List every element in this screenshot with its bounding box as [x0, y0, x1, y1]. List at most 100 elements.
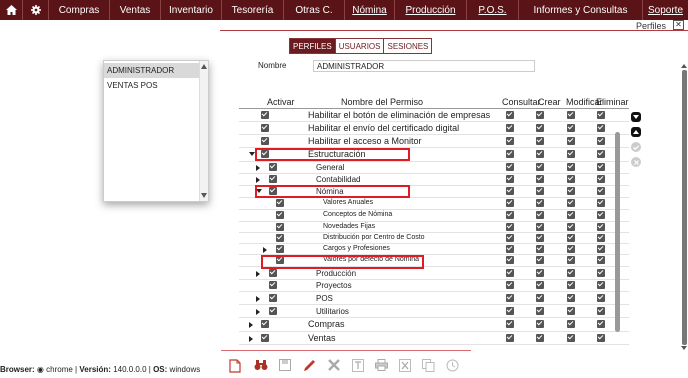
- new-document-icon[interactable]: [229, 359, 241, 373]
- crear-checkbox[interactable]: [536, 256, 544, 264]
- nav-compras[interactable]: Compras: [49, 0, 110, 20]
- consultar-checkbox[interactable]: [506, 307, 514, 315]
- activar-checkbox[interactable]: [276, 223, 284, 231]
- activar-checkbox[interactable]: [261, 137, 269, 145]
- expand-icon[interactable]: [631, 112, 641, 122]
- activar-checkbox[interactable]: [276, 199, 284, 207]
- consultar-checkbox[interactable]: [506, 187, 514, 195]
- scroll-down-icon[interactable]: [201, 193, 207, 198]
- crear-checkbox[interactable]: [536, 187, 544, 195]
- delete-x-icon[interactable]: [328, 359, 340, 373]
- table-scrollbar[interactable]: [614, 122, 621, 350]
- tab-sesiones[interactable]: SESIONES: [384, 39, 432, 53]
- collapsed-arrow-icon[interactable]: [256, 177, 260, 183]
- tab-perfiles[interactable]: PERFILES: [290, 39, 336, 53]
- consultar-checkbox[interactable]: [506, 150, 514, 158]
- search-binoculars-icon[interactable]: [254, 359, 268, 373]
- profile-item[interactable]: VENTAS POS: [104, 78, 199, 93]
- eliminar-checkbox[interactable]: [597, 320, 605, 328]
- activar-checkbox[interactable]: [269, 281, 277, 289]
- crear-checkbox[interactable]: [536, 199, 544, 207]
- consultar-checkbox[interactable]: [506, 281, 514, 289]
- modificar-checkbox[interactable]: [567, 223, 575, 231]
- edit-pencil-icon[interactable]: [303, 359, 315, 373]
- modificar-checkbox[interactable]: [567, 199, 575, 207]
- eliminar-checkbox[interactable]: [597, 199, 605, 207]
- modificar-checkbox[interactable]: [567, 256, 575, 264]
- eliminar-checkbox[interactable]: [597, 269, 605, 277]
- permission-row[interactable]: Utilitarios: [239, 305, 629, 318]
- permission-row[interactable]: Distribución por Centro de Costo: [239, 233, 629, 244]
- modificar-checkbox[interactable]: [567, 281, 575, 289]
- modificar-checkbox[interactable]: [567, 234, 575, 242]
- crear-checkbox[interactable]: [536, 163, 544, 171]
- permission-row[interactable]: Cargos y Profesiones: [239, 244, 629, 255]
- collapsed-arrow-icon[interactable]: [256, 165, 260, 171]
- nav-nomina[interactable]: Nómina: [345, 0, 395, 20]
- excel-icon[interactable]: [399, 359, 411, 373]
- save-icon[interactable]: [279, 359, 291, 373]
- activar-checkbox[interactable]: [261, 320, 269, 328]
- consultar-checkbox[interactable]: [506, 294, 514, 302]
- consultar-checkbox[interactable]: [506, 124, 514, 132]
- tab-usuarios[interactable]: USUARIOS: [335, 39, 385, 53]
- consultar-checkbox[interactable]: [506, 137, 514, 145]
- activar-checkbox[interactable]: [261, 124, 269, 132]
- permission-row[interactable]: Habilitar el botón de eliminación de emp…: [239, 109, 629, 122]
- page-scrollbar[interactable]: [682, 70, 687, 345]
- nav-pos[interactable]: P.O.S.: [467, 0, 519, 20]
- activar-checkbox[interactable]: [276, 234, 284, 242]
- activar-checkbox[interactable]: [261, 111, 269, 119]
- consultar-checkbox[interactable]: [506, 175, 514, 183]
- permission-row[interactable]: Compras: [239, 318, 629, 332]
- scroll-up-icon[interactable]: [201, 64, 207, 69]
- page-scroll-up-icon[interactable]: [681, 64, 687, 68]
- permission-row[interactable]: Proyectos: [239, 280, 629, 292]
- history-icon[interactable]: [446, 359, 459, 373]
- eliminar-checkbox[interactable]: [597, 234, 605, 242]
- consultar-checkbox[interactable]: [506, 334, 514, 342]
- activar-checkbox[interactable]: [276, 245, 284, 253]
- collapsed-arrow-icon[interactable]: [256, 309, 260, 315]
- nav-otras[interactable]: Otras C.: [284, 0, 345, 20]
- permission-row[interactable]: Habilitar el acceso a Monitor: [239, 135, 629, 148]
- home-icon[interactable]: [0, 0, 23, 20]
- activar-checkbox[interactable]: [276, 211, 284, 219]
- activar-checkbox[interactable]: [269, 294, 277, 302]
- modificar-checkbox[interactable]: [567, 211, 575, 219]
- modificar-checkbox[interactable]: [567, 307, 575, 315]
- eliminar-checkbox[interactable]: [597, 281, 605, 289]
- activar-checkbox[interactable]: [269, 269, 277, 277]
- nav-tesoreria[interactable]: Tesorería: [222, 0, 284, 20]
- check-icon[interactable]: [631, 142, 641, 152]
- profile-item[interactable]: ADMINISTRADOR: [104, 63, 199, 78]
- crear-checkbox[interactable]: [536, 137, 544, 145]
- close-icon[interactable]: ✕: [673, 20, 684, 30]
- eliminar-checkbox[interactable]: [597, 334, 605, 342]
- activar-checkbox[interactable]: [269, 307, 277, 315]
- modificar-checkbox[interactable]: [567, 137, 575, 145]
- consultar-checkbox[interactable]: [506, 199, 514, 207]
- eliminar-checkbox[interactable]: [597, 256, 605, 264]
- consultar-checkbox[interactable]: [506, 234, 514, 242]
- crear-checkbox[interactable]: [536, 234, 544, 242]
- profile-list-scrollbar[interactable]: [199, 61, 208, 201]
- activar-checkbox[interactable]: [269, 175, 277, 183]
- consultar-checkbox[interactable]: [506, 245, 514, 253]
- eliminar-checkbox[interactable]: [597, 150, 605, 158]
- crear-checkbox[interactable]: [536, 223, 544, 231]
- crear-checkbox[interactable]: [536, 150, 544, 158]
- consultar-checkbox[interactable]: [506, 269, 514, 277]
- modificar-checkbox[interactable]: [567, 150, 575, 158]
- consultar-checkbox[interactable]: [506, 211, 514, 219]
- eliminar-checkbox[interactable]: [597, 124, 605, 132]
- permission-row[interactable]: Habilitar el envío del certificado digit…: [239, 122, 629, 135]
- permission-row[interactable]: Novedades Fijas: [239, 222, 629, 233]
- eliminar-checkbox[interactable]: [597, 211, 605, 219]
- crear-checkbox[interactable]: [536, 294, 544, 302]
- collapsed-arrow-icon[interactable]: [263, 247, 267, 253]
- eliminar-checkbox[interactable]: [597, 137, 605, 145]
- modificar-checkbox[interactable]: [567, 269, 575, 277]
- collapsed-arrow-icon[interactable]: [256, 296, 260, 302]
- copy-icon[interactable]: [422, 359, 435, 373]
